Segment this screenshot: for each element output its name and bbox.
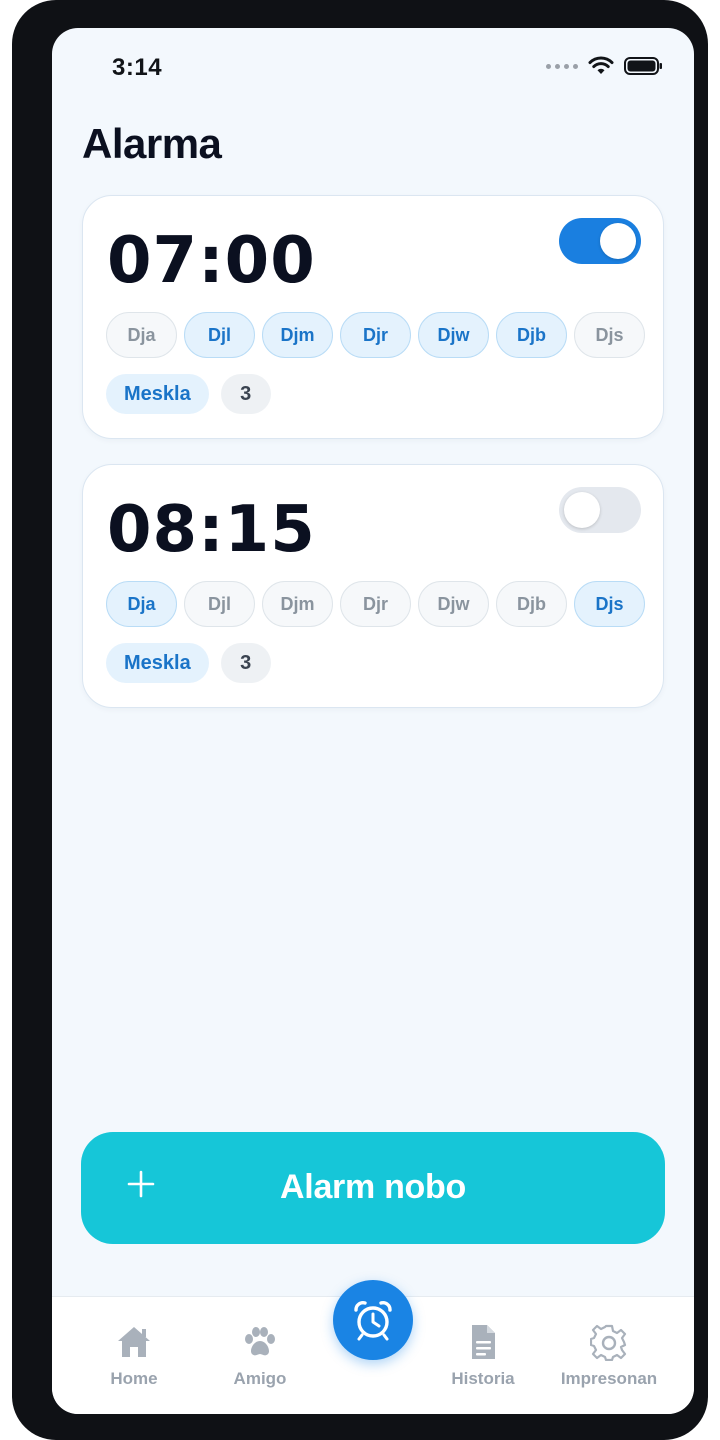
day-chip[interactable]: Dja [106,312,177,358]
cellular-signal-icon [546,63,578,69]
weekday-selector: Dja Djl Djm Djr Djw Djb Djs [106,312,645,358]
device-frame: 3:14 Alarma 07:00 Dja Djl Djm Djr Djw Dj… [12,0,708,1440]
weekday-selector: Dja Djl Djm Djr Djw Djb Djs [106,581,645,627]
count-tag[interactable]: 3 [220,643,271,683]
nav-label: Historia [451,1369,515,1388]
day-chip[interactable]: Djr [340,312,411,358]
alarm-card: 08:15 Dja Djl Djm Djr Djw Djb Djs Meskla… [82,464,664,708]
day-chip[interactable]: Djm [262,581,333,627]
alarm-tags: Meskla 3 [106,643,271,683]
document-icon [472,1325,495,1359]
nav-item-impresonan[interactable]: Impresonan [544,1297,674,1414]
app-screen: 3:14 Alarma 07:00 Dja Djl Djm Djr Djw Dj… [52,28,694,1414]
count-tag[interactable]: 3 [220,374,271,414]
home-icon [118,1327,150,1357]
sound-tag[interactable]: Meskla [106,643,209,683]
day-chip[interactable]: Djr [340,581,411,627]
nav-item-alarm[interactable] [333,1280,413,1360]
toggle-knob [564,492,600,528]
day-chip[interactable]: Djb [496,581,567,627]
wifi-icon [588,56,614,74]
day-chip[interactable]: Dja [106,581,177,627]
nav-label: Home [110,1369,158,1388]
toggle-knob [600,223,636,259]
alarm-time[interactable]: 07:00 [107,224,316,298]
day-chip[interactable]: Djl [184,581,255,627]
alarm-card: 07:00 Dja Djl Djm Djr Djw Djb Djs Meskla… [82,195,664,439]
paw-icon [245,1327,275,1356]
status-icons [546,56,664,76]
alarm-toggle[interactable] [559,218,641,264]
page-title: Alarma [82,120,222,167]
new-alarm-label: Alarm nobo [280,1168,466,1206]
alarm-tags: Meskla 3 [106,374,271,414]
day-chip[interactable]: Djl [184,312,255,358]
day-chip[interactable]: Djs [574,312,645,358]
nav-item-historia[interactable]: Historia [418,1297,548,1414]
status-time: 3:14 [112,54,163,81]
new-alarm-button[interactable]: Alarm nobo [81,1132,665,1244]
battery-icon [624,57,662,75]
day-chip[interactable]: Djw [418,312,489,358]
day-chip[interactable]: Djb [496,312,567,358]
day-chip[interactable]: Djs [574,581,645,627]
nav-label: Amigo [233,1369,287,1388]
nav-label: Impresonan [560,1369,658,1388]
day-chip[interactable]: Djm [262,312,333,358]
sound-tag[interactable]: Meskla [106,374,209,414]
nav-item-home[interactable]: Home [69,1297,199,1414]
gear-icon [590,1324,627,1361]
day-chip[interactable]: Djw [418,581,489,627]
nav-item-amigo[interactable]: Amigo [195,1297,325,1414]
alarm-time[interactable]: 08:15 [107,493,316,567]
alarm-toggle[interactable] [559,487,641,533]
alarm-clock-icon [354,1301,392,1341]
